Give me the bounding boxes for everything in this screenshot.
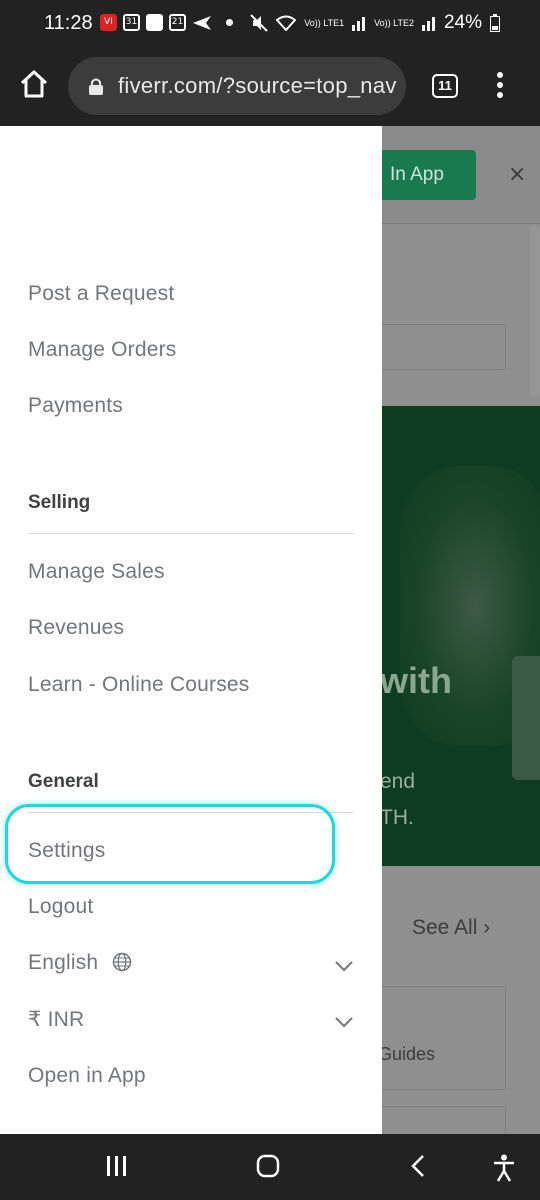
- hero-subtext-1: end: [380, 770, 416, 793]
- close-icon[interactable]: ×: [508, 162, 526, 187]
- section-title-general: General: [28, 771, 99, 792]
- mute-icon: [250, 14, 268, 32]
- wifi-icon: [276, 15, 297, 31]
- calendar-21-icon: 21: [169, 14, 186, 31]
- menu-item-open-in-app[interactable]: Open in App: [28, 1064, 146, 1088]
- language-selector[interactable]: English: [28, 951, 132, 975]
- status-bar: 11:28 VI 31 21 Vo)) LTE1 Vo)) LTE2 24%: [0, 0, 540, 46]
- browser-toolbar: fiverr.com/?source=top_nav 11: [0, 46, 540, 126]
- back-icon[interactable]: [408, 1154, 428, 1178]
- menu-item-logout[interactable]: Logout: [28, 895, 93, 919]
- chevron-down-icon[interactable]: [334, 960, 354, 972]
- notification-icons: VI 31 21: [100, 14, 233, 31]
- vi-icon: VI: [100, 14, 117, 31]
- calendar-31-icon: 31: [123, 14, 140, 31]
- open-in-app-button[interactable]: In App: [370, 150, 476, 200]
- hero-subtext-2: TH.: [380, 806, 414, 829]
- battery-percent: 24%: [443, 12, 482, 33]
- section-title-selling: Selling: [28, 492, 91, 513]
- tab-switcher-button[interactable]: 11: [432, 74, 458, 98]
- menu-item-manage-sales[interactable]: Manage Sales: [28, 560, 165, 584]
- divider-selling: [28, 533, 354, 534]
- home-nav-icon[interactable]: [256, 1154, 280, 1178]
- signal-icon-1: [352, 17, 366, 31]
- send-icon: [193, 15, 211, 30]
- menu-item-settings[interactable]: Settings: [28, 839, 105, 863]
- battery-icon: [490, 14, 500, 32]
- scrollbar: [530, 226, 540, 396]
- recent-apps-icon[interactable]: [106, 1154, 128, 1178]
- side-drawer: Post a Request Manage Orders Payments Se…: [0, 126, 382, 1134]
- menu-item-learn-courses[interactable]: Learn - Online Courses: [28, 673, 250, 697]
- status-time: 11:28: [44, 12, 93, 34]
- lock-icon: [89, 78, 103, 95]
- menu-item-payments[interactable]: Payments: [28, 394, 123, 418]
- chevron-down-icon[interactable]: [334, 1016, 354, 1028]
- document-icon: [146, 14, 163, 31]
- language-label: English: [28, 951, 99, 974]
- more-notifications-dot: [226, 19, 233, 26]
- address-bar[interactable]: fiverr.com/?source=top_nav: [68, 57, 406, 115]
- home-icon[interactable]: [18, 68, 50, 100]
- menu-item-manage-orders[interactable]: Manage Orders: [28, 338, 177, 362]
- accessibility-icon[interactable]: [492, 1154, 516, 1182]
- status-right: Vo)) LTE1 Vo)) LTE2 24%: [250, 12, 500, 34]
- divider-general: [28, 812, 354, 813]
- menu-item-revenues[interactable]: Revenues: [28, 616, 124, 640]
- currency-selector[interactable]: ₹ INR: [28, 1007, 84, 1032]
- menu-item-post-request[interactable]: Post a Request: [28, 282, 174, 306]
- see-all-link[interactable]: See All ›: [412, 916, 490, 940]
- signal-icon-2: [421, 17, 435, 31]
- category-card-label: Guides: [378, 1044, 436, 1064]
- globe-icon: [113, 952, 132, 972]
- lte2-label: Vo)) LTE2: [374, 17, 414, 28]
- hero-heading: with: [380, 660, 452, 701]
- hero-side-card: [512, 656, 540, 780]
- system-nav-bar: [0, 1134, 540, 1200]
- overflow-menu-icon[interactable]: [492, 72, 508, 100]
- url-text: fiverr.com/?source=top_nav: [118, 73, 397, 98]
- lte1-label: Vo)) LTE1: [304, 17, 345, 28]
